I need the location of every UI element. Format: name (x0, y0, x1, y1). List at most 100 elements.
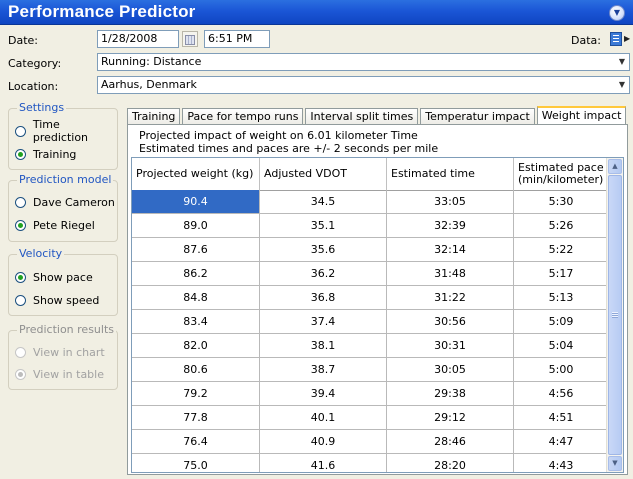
scroll-up-icon[interactable]: ▲ (608, 159, 622, 174)
table-row[interactable]: 76.4 40.9 28:46 4:47 (132, 430, 609, 454)
cell-projected-weight[interactable]: 89.0 (132, 214, 260, 238)
location-value: Aarhus, Denmark (101, 78, 197, 91)
prediction-results-group-title: Prediction results (17, 323, 116, 336)
cell-estimated-time[interactable]: 31:48 (387, 262, 514, 286)
table-row[interactable]: 75.0 41.6 28:20 4:43 (132, 454, 609, 472)
cell-estimated-pace[interactable]: 5:00 (514, 358, 609, 382)
scrollbar-thumb[interactable] (608, 175, 622, 455)
cell-estimated-pace[interactable]: 4:47 (514, 430, 609, 454)
table-row[interactable]: 84.8 36.8 31:22 5:13 (132, 286, 609, 310)
tab-pace-for-tempo-runs[interactable]: Pace for tempo runs (182, 108, 304, 125)
cell-projected-weight[interactable]: 90.4 (132, 190, 260, 214)
cell-estimated-pace[interactable]: 4:56 (514, 382, 609, 406)
cell-estimated-pace[interactable]: 5:04 (514, 334, 609, 358)
cell-estimated-pace[interactable]: 5:09 (514, 310, 609, 334)
cell-estimated-time[interactable]: 33:05 (387, 190, 514, 214)
cell-projected-weight[interactable]: 82.0 (132, 334, 260, 358)
radio-icon (15, 294, 26, 306)
radio-icon (15, 346, 26, 358)
data-icon[interactable] (610, 32, 622, 46)
tab-strip: Training Pace for tempo runs Interval sp… (127, 106, 628, 126)
prediction-results-group: Prediction results View in chart View in… (8, 323, 118, 390)
table-row[interactable]: 86.2 36.2 31:48 5:17 (132, 262, 609, 286)
cell-projected-weight[interactable]: 75.0 (132, 454, 260, 472)
cell-adjusted-vdot[interactable]: 35.1 (260, 214, 387, 238)
tab-interval-split-times[interactable]: Interval split times (305, 108, 419, 125)
cell-estimated-time[interactable]: 29:38 (387, 382, 514, 406)
cell-projected-weight[interactable]: 87.6 (132, 238, 260, 262)
header-adjusted-vdot[interactable]: Adjusted VDOT (260, 158, 387, 190)
header-projected-weight[interactable]: Projected weight (kg) (132, 158, 260, 190)
collapse-chevron-icon[interactable]: ▼ (609, 5, 625, 21)
radio-dave-cameron[interactable]: Dave Cameron (15, 194, 115, 210)
cell-estimated-time[interactable]: 32:39 (387, 214, 514, 238)
table-row[interactable]: 89.0 35.1 32:39 5:26 (132, 214, 609, 238)
cell-estimated-time[interactable]: 30:05 (387, 358, 514, 382)
location-label: Location: (8, 80, 59, 93)
cell-projected-weight[interactable]: 76.4 (132, 430, 260, 454)
cell-projected-weight[interactable]: 83.4 (132, 310, 260, 334)
cell-estimated-time[interactable]: 28:20 (387, 454, 514, 472)
radio-time-prediction[interactable]: Time prediction (15, 118, 117, 144)
cell-estimated-pace[interactable]: 5:22 (514, 238, 609, 262)
table-row[interactable]: 87.6 35.6 32:14 5:22 (132, 238, 609, 262)
cell-estimated-time[interactable]: 31:22 (387, 286, 514, 310)
tab-temperatur-impact[interactable]: Temperatur impact (420, 108, 535, 125)
tab-weight-impact[interactable]: Weight impact (536, 106, 627, 126)
cell-projected-weight[interactable]: 84.8 (132, 286, 260, 310)
category-select[interactable]: Running: Distance ▼ (97, 53, 630, 71)
weight-impact-panel: Projected impact of weight on 6.01 kilom… (127, 124, 628, 475)
table-row[interactable]: 83.4 37.4 30:56 5:09 (132, 310, 609, 334)
data-arrow-icon[interactable]: ▶ (624, 34, 630, 43)
cell-projected-weight[interactable]: 86.2 (132, 262, 260, 286)
table-row[interactable]: 90.4 34.5 33:05 5:30 (132, 190, 609, 214)
cell-estimated-pace[interactable]: 4:43 (514, 454, 609, 472)
cell-adjusted-vdot[interactable]: 35.6 (260, 238, 387, 262)
radio-training[interactable]: Training (15, 146, 76, 162)
cell-estimated-pace[interactable]: 5:13 (514, 286, 609, 310)
date-field[interactable]: 1/28/2008 (97, 30, 179, 48)
table-row[interactable]: 77.8 40.1 29:12 4:51 (132, 406, 609, 430)
estimate-note-text: Estimated times and paces are +/- 2 seco… (139, 142, 439, 155)
time-field[interactable]: 6:51 PM (204, 30, 270, 48)
radio-view-in-table: View in table (15, 366, 104, 382)
table-row[interactable]: 80.6 38.7 30:05 5:00 (132, 358, 609, 382)
cell-estimated-pace[interactable]: 4:51 (514, 406, 609, 430)
cell-projected-weight[interactable]: 79.2 (132, 382, 260, 406)
table-row[interactable]: 82.0 38.1 30:31 5:04 (132, 334, 609, 358)
cell-estimated-pace[interactable]: 5:17 (514, 262, 609, 286)
chevron-down-icon[interactable]: ▼ (615, 54, 629, 70)
radio-show-speed[interactable]: Show speed (15, 292, 99, 308)
chevron-down-icon[interactable]: ▼ (615, 77, 629, 93)
header-estimated-pace[interactable]: Estimated pace (min/kilometer) (514, 158, 609, 190)
cell-projected-weight[interactable]: 77.8 (132, 406, 260, 430)
radio-show-pace[interactable]: Show pace (15, 269, 93, 285)
cell-adjusted-vdot[interactable]: 40.9 (260, 430, 387, 454)
cell-estimated-time[interactable]: 28:46 (387, 430, 514, 454)
cell-adjusted-vdot[interactable]: 37.4 (260, 310, 387, 334)
header-estimated-time[interactable]: Estimated time (387, 158, 514, 190)
cell-estimated-pace[interactable]: 5:26 (514, 214, 609, 238)
weight-impact-table[interactable]: Projected weight (kg) Adjusted VDOT Esti… (131, 157, 624, 473)
calendar-button[interactable] (182, 31, 198, 47)
scroll-down-icon[interactable]: ▼ (608, 456, 622, 471)
location-select[interactable]: Aarhus, Denmark ▼ (97, 76, 630, 94)
cell-adjusted-vdot[interactable]: 34.5 (260, 190, 387, 214)
tab-training[interactable]: Training (127, 108, 181, 125)
cell-estimated-time[interactable]: 30:56 (387, 310, 514, 334)
cell-adjusted-vdot[interactable]: 40.1 (260, 406, 387, 430)
cell-adjusted-vdot[interactable]: 36.8 (260, 286, 387, 310)
radio-pete-riegel[interactable]: Pete Riegel (15, 217, 95, 233)
cell-adjusted-vdot[interactable]: 38.7 (260, 358, 387, 382)
vertical-scrollbar[interactable]: ▲ ▼ (606, 158, 623, 472)
cell-estimated-time[interactable]: 32:14 (387, 238, 514, 262)
cell-adjusted-vdot[interactable]: 41.6 (260, 454, 387, 472)
cell-adjusted-vdot[interactable]: 38.1 (260, 334, 387, 358)
cell-adjusted-vdot[interactable]: 39.4 (260, 382, 387, 406)
table-row[interactable]: 79.2 39.4 29:38 4:56 (132, 382, 609, 406)
cell-projected-weight[interactable]: 80.6 (132, 358, 260, 382)
cell-estimated-time[interactable]: 30:31 (387, 334, 514, 358)
cell-estimated-time[interactable]: 29:12 (387, 406, 514, 430)
cell-estimated-pace[interactable]: 5:30 (514, 190, 609, 214)
cell-adjusted-vdot[interactable]: 36.2 (260, 262, 387, 286)
